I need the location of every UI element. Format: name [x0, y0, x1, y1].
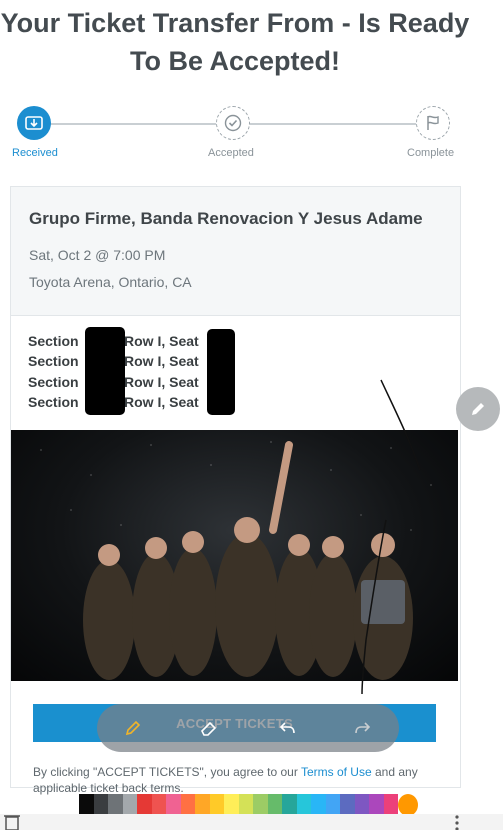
- terms-of-use-link[interactable]: Terms of Use: [301, 765, 372, 779]
- step-complete: [416, 106, 450, 140]
- redaction-mark: [85, 327, 125, 415]
- more-icon[interactable]: [452, 814, 462, 830]
- check-icon: [224, 114, 242, 132]
- pencil-icon: [472, 403, 484, 415]
- color-swatch[interactable]: [166, 794, 181, 816]
- terms-prefix: By clicking "ACCEPT TICKETS", you agree …: [33, 765, 301, 779]
- color-palette: [79, 794, 418, 816]
- flag-icon: [427, 115, 439, 130]
- color-swatch[interactable]: [253, 794, 268, 816]
- step-label-accepted: Accepted: [208, 147, 254, 159]
- step-label-complete: Complete: [407, 147, 455, 159]
- bottom-nav-bar: [0, 814, 503, 830]
- redo-icon[interactable]: [349, 714, 377, 742]
- color-swatch[interactable]: [93, 794, 108, 816]
- terms-text: By clicking "ACCEPT TICKETS", you agree …: [33, 764, 453, 796]
- color-swatch[interactable]: [340, 794, 355, 816]
- pencil-icon[interactable]: [119, 714, 147, 742]
- color-swatch[interactable]: [311, 794, 326, 816]
- event-date: Sat, Oct 2 @ 7:00 PM: [29, 247, 166, 263]
- color-swatch[interactable]: [296, 794, 311, 816]
- color-swatch[interactable]: [354, 794, 369, 816]
- seat-row: Row I, Seat: [124, 374, 199, 390]
- color-swatch[interactable]: [195, 794, 210, 816]
- band-photo-illustration: [40, 441, 432, 680]
- seat-section: Section: [28, 374, 79, 390]
- color-swatch[interactable]: [325, 794, 340, 816]
- edit-button[interactable]: [456, 387, 500, 431]
- event-venue: Toyota Arena, Ontario, CA: [29, 274, 192, 290]
- color-swatch[interactable]: [398, 794, 418, 816]
- eraser-icon[interactable]: [195, 714, 223, 742]
- color-swatch[interactable]: [369, 794, 384, 816]
- color-swatch[interactable]: [180, 794, 195, 816]
- event-photo: [11, 430, 458, 681]
- undo-icon[interactable]: [273, 714, 301, 742]
- color-swatch[interactable]: [79, 794, 94, 816]
- seat-section: Section: [28, 353, 79, 369]
- color-swatch[interactable]: [151, 794, 166, 816]
- ticket-icon: [25, 116, 43, 130]
- seat-section: Section: [28, 394, 79, 410]
- seat-section: Section: [28, 333, 79, 349]
- event-name: Grupo Firme, Banda Renovacion Y Jesus Ad…: [29, 209, 423, 228]
- seat-row: Row I, Seat: [124, 333, 199, 349]
- page-title: Your Ticket Transfer From - Is Ready To …: [0, 8, 470, 76]
- step-accepted: [216, 106, 250, 140]
- color-swatch[interactable]: [282, 794, 297, 816]
- trash-icon[interactable]: [2, 814, 22, 830]
- color-swatch[interactable]: [122, 794, 137, 816]
- color-swatch[interactable]: [137, 794, 152, 816]
- color-swatch[interactable]: [108, 794, 123, 816]
- color-swatch[interactable]: [267, 794, 282, 816]
- color-swatch[interactable]: [224, 794, 239, 816]
- step-received: [17, 106, 51, 140]
- seat-row: Row I, Seat: [124, 353, 199, 369]
- event-header: Grupo Firme, Banda Renovacion Y Jesus Ad…: [11, 187, 460, 316]
- seat-row: Row I, Seat: [124, 394, 199, 410]
- redaction-mark: [207, 329, 235, 415]
- color-swatch[interactable]: [383, 794, 398, 816]
- color-swatch[interactable]: [238, 794, 253, 816]
- drawing-toolbar: [97, 704, 399, 752]
- step-label-received: Received: [12, 147, 58, 159]
- color-swatch[interactable]: [209, 794, 224, 816]
